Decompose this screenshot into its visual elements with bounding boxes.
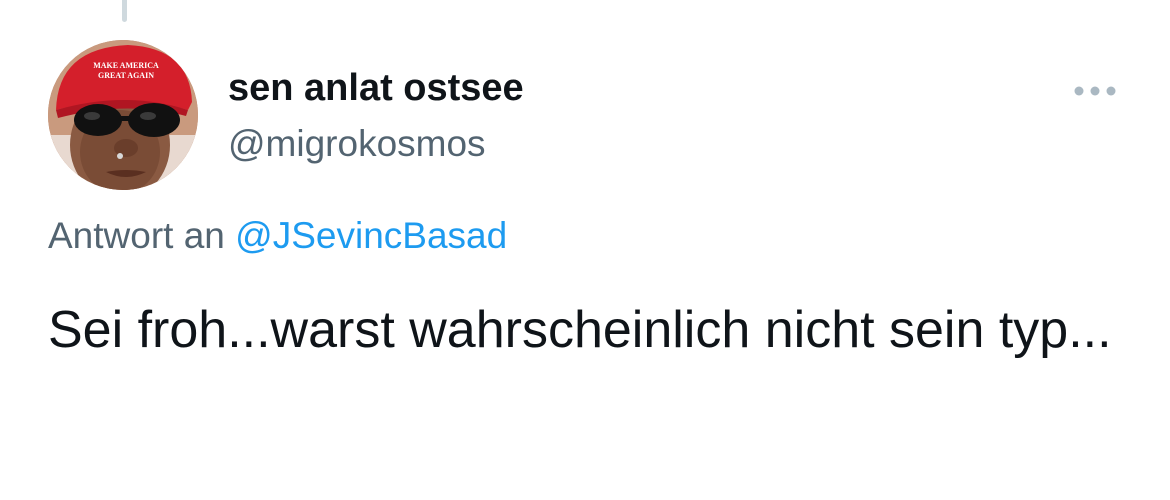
reply-context: Antwort an @JSevincBasad xyxy=(48,212,507,260)
author-display-name[interactable]: sen anlat ostsee xyxy=(228,64,524,112)
tweet-text: Sei froh...warst wahrscheinlich nicht se… xyxy=(48,301,1112,359)
cap-text-line2: GREAT AGAIN xyxy=(98,71,154,80)
cap-text-line1: MAKE AMERICA xyxy=(93,61,159,70)
reply-prefix: Antwort an xyxy=(48,215,236,256)
more-options-button[interactable] xyxy=(1068,76,1122,106)
author-handle[interactable]: @migrokosmos xyxy=(228,120,486,168)
more-horizontal-icon xyxy=(1074,86,1116,96)
thread-connector-line xyxy=(122,0,127,22)
avatar-image: MAKE AMERICA GREAT AGAIN xyxy=(48,40,198,190)
reply-mention-link[interactable]: @JSevincBasad xyxy=(235,215,507,256)
avatar[interactable]: MAKE AMERICA GREAT AGAIN xyxy=(48,40,198,190)
